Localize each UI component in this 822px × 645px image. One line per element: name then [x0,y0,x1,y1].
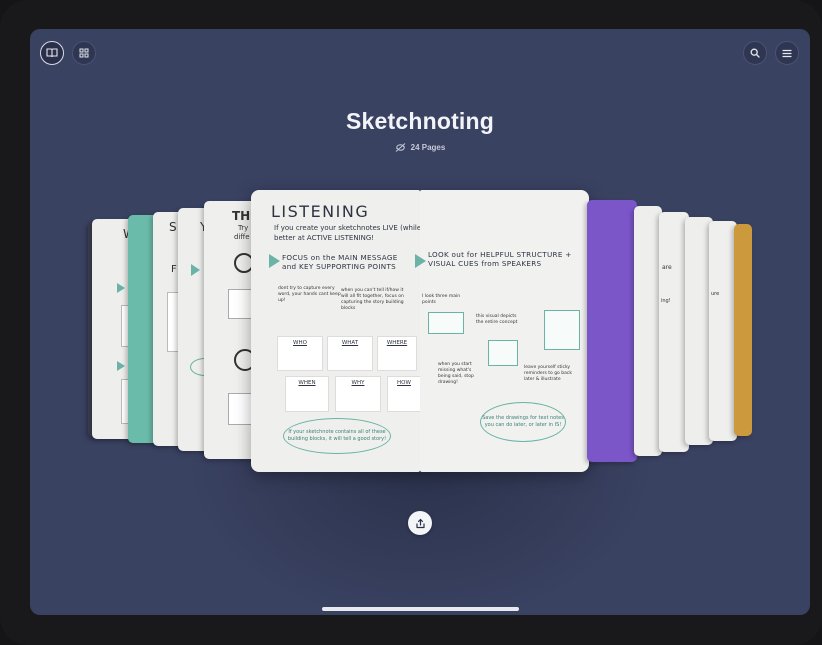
how-box: HOW [387,376,421,412]
left-cloud-note: If your sketchnote contains all of these… [283,418,391,454]
page-triangle [117,361,125,371]
open-notebook-spread[interactable]: LISTENING If you create your sketchnotes… [251,190,589,472]
search-button[interactable] [743,41,767,65]
app-screen: Sketchnoting 24 Pages W S F Y [30,29,810,615]
no-sync-icon [395,143,405,152]
left-page[interactable]: LISTENING If you create your sketchnotes… [251,190,575,472]
why-box: WHY [335,376,381,412]
note-dont-try: dont try to capture every word, your han… [278,286,341,303]
when-box: WHEN [285,376,329,412]
sketch-diagram [488,340,518,366]
section-marker [269,254,280,268]
who-box: WHO [277,336,323,371]
notebook-page[interactable] [587,200,637,462]
note-when-you-cant: when you can't tell if/how it will all f… [341,288,404,311]
note-main-points: I look three main points [422,294,461,305]
notebook-page[interactable] [634,206,662,456]
search-icon [750,48,760,58]
book-reflection [180,459,660,615]
page-count: 24 Pages [30,143,810,152]
right-section-title: LOOK out for HELPFUL STRUCTURE + VISUAL … [428,250,572,268]
section-marker [415,254,426,268]
note-leave-reminders: leave yourself sticky reminders to go ba… [524,365,572,382]
sketch-diagram [544,310,580,350]
notebook-page[interactable]: ure [709,221,737,441]
device-frame: Sketchnoting 24 Pages W S F Y [0,0,822,645]
page-fragment: F [171,264,177,275]
right-cloud-note: Save the drawings for text notes you can… [480,402,566,442]
book-icon [46,48,58,58]
menu-icon [782,49,792,57]
notebook-page[interactable] [734,224,752,436]
right-page[interactable]: LOOK out for HELPFUL STRUCTURE + VISUAL … [415,190,589,472]
page-fragment: S [169,220,177,234]
note-visual: this visual depicts the entire concept [476,314,518,325]
share-button[interactable] [408,511,432,535]
page-fragment: diffe [234,233,250,241]
grid-icon [79,48,89,58]
note-when-start: when you start missing what's being said… [438,362,474,385]
left-section-title: FOCUS on the MAIN MESSAGE and KEY SUPPOR… [282,253,398,271]
page-fragment: Try [238,224,249,232]
page-fragment: are [662,264,672,271]
what-box: WHAT [327,336,373,371]
menu-button[interactable] [775,41,799,65]
page-fragment: ure [711,291,720,297]
where-box: WHERE [377,336,417,371]
grid-view-button[interactable] [72,41,96,65]
page-triangle [117,283,125,293]
page-heading: LISTENING [271,202,370,221]
sketch-diagram [428,312,464,334]
home-indicator[interactable] [322,607,519,611]
share-icon [415,518,425,528]
book-view-button[interactable] [40,41,64,65]
page-triangle [191,264,200,276]
notebook-title: Sketchnoting [345,108,495,134]
page-count-label: 24 Pages [410,143,446,152]
page-fragment: ing! [661,298,671,304]
